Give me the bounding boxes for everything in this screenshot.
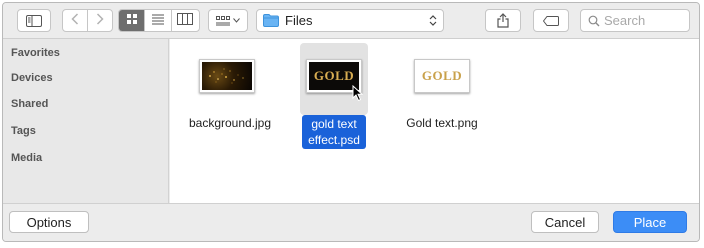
chevron-down-icon [233, 18, 240, 23]
column-view-button[interactable] [172, 10, 199, 31]
sidebar-icon [26, 14, 42, 27]
file-item-background[interactable]: background.jpg [170, 39, 290, 149]
arrange-button[interactable] [208, 9, 248, 32]
gold-text: GOLD [313, 68, 355, 83]
toolbar: Files Search [3, 3, 699, 39]
sidebar-item-favorites[interactable]: Favorites [11, 47, 60, 59]
sidebar-item-tags[interactable]: Tags [11, 125, 36, 137]
file-item-gold-text-effect[interactable]: GOLD [300, 43, 368, 115]
file-thumbnail [199, 59, 255, 93]
location-label: Files [285, 13, 313, 28]
file-name: background.jpg [188, 116, 272, 130]
navigation-buttons [62, 9, 113, 32]
grid-icon [126, 12, 138, 30]
sparkle-image [202, 62, 252, 90]
bottom-bar: Options Cancel Place [3, 203, 699, 241]
up-down-chevron-icon [429, 14, 437, 32]
sidebar-item-media[interactable]: Media [11, 152, 42, 164]
tag-icon [543, 15, 559, 26]
sidebar-toggle-button[interactable] [17, 9, 51, 32]
file-dialog: Files Search Favorites Devices Shared Ta… [2, 2, 700, 242]
file-name-line-1: gold text [311, 117, 357, 131]
chevron-left-icon [71, 12, 79, 30]
gold-text: GOLD [421, 68, 463, 83]
sidebar-item-devices[interactable]: Devices [11, 72, 53, 84]
forward-button[interactable] [88, 10, 112, 31]
folder-icon [263, 14, 279, 27]
file-name-line-2: effect.psd [308, 133, 360, 147]
file-name: Gold text.png [406, 116, 478, 130]
cursor-icon [352, 84, 364, 107]
cancel-button[interactable]: Cancel [531, 211, 599, 233]
file-name-selected: gold text effect.psd [302, 115, 366, 149]
share-icon [497, 13, 509, 28]
columns-icon [177, 12, 194, 30]
chevron-right-icon [96, 12, 104, 30]
file-thumbnail: GOLD [414, 59, 470, 93]
arrange-grid-icon [216, 15, 230, 26]
view-mode-selector [118, 9, 200, 32]
place-button[interactable]: Place [613, 211, 687, 233]
back-button[interactable] [63, 10, 88, 31]
file-item-gold-text-png[interactable]: GOLD Gold text.png [398, 39, 508, 149]
share-button[interactable] [485, 9, 521, 32]
icon-view-button[interactable] [119, 10, 146, 31]
search-placeholder: Search [604, 13, 646, 28]
sidebar-item-shared[interactable]: Shared [11, 98, 48, 110]
search-field[interactable]: Search [580, 9, 690, 32]
location-popup[interactable]: Files [256, 9, 444, 32]
list-view-button[interactable] [145, 10, 172, 31]
list-icon [151, 12, 165, 30]
gold-text-png-image: GOLD [417, 62, 467, 90]
tag-button[interactable] [533, 9, 569, 32]
options-button[interactable]: Options [9, 211, 89, 233]
search-icon [588, 15, 600, 27]
